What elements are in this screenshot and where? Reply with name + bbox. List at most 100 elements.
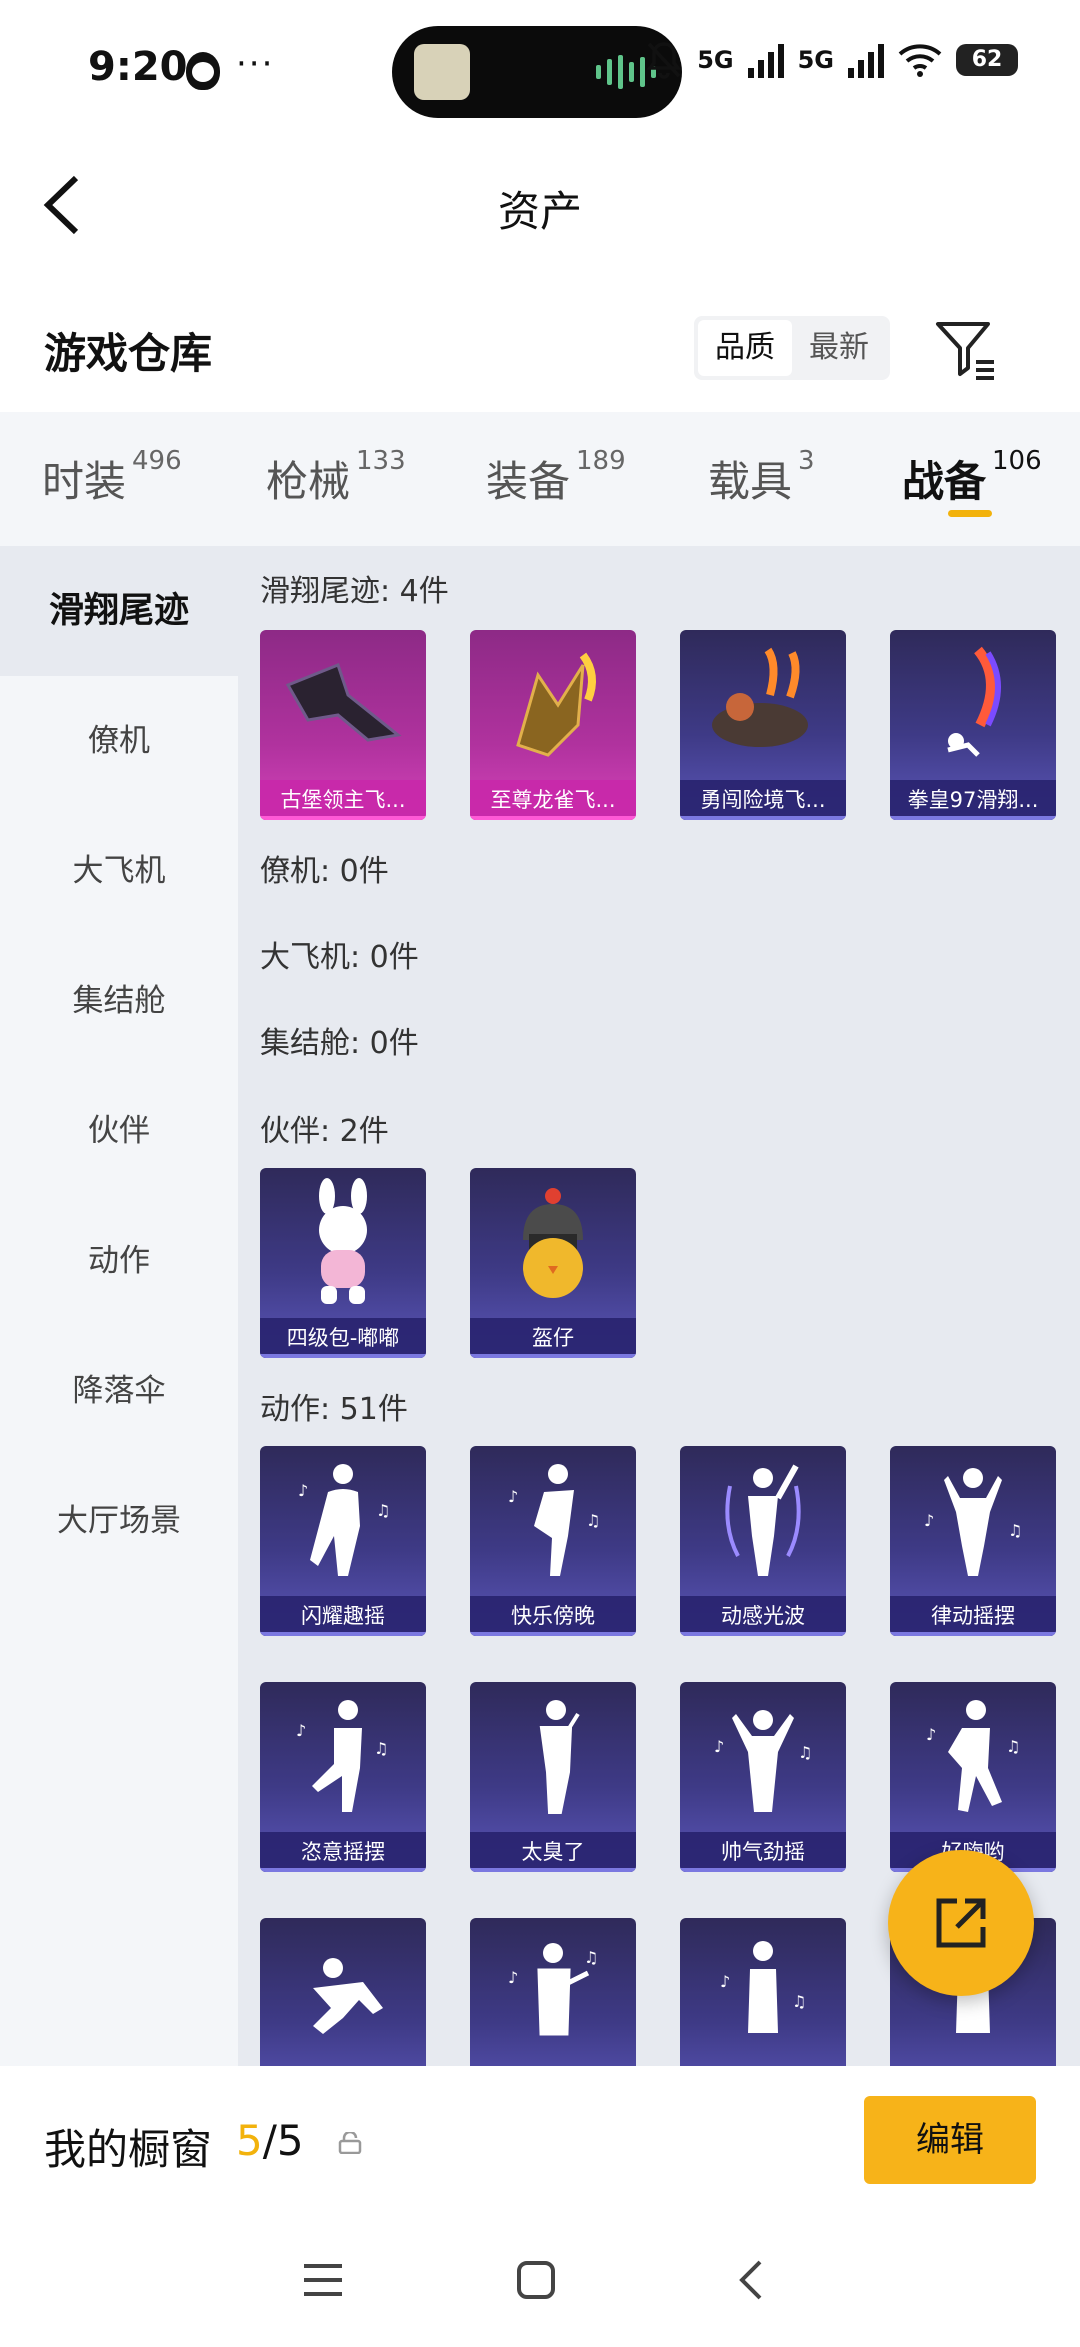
sort-toggle: 品质 最新	[694, 316, 890, 380]
active-tab-indicator	[948, 510, 992, 517]
svg-text:♫: ♫	[584, 1948, 598, 1967]
item-name: 闪耀趣摇	[260, 1596, 426, 1636]
item-card[interactable]: ♪ ♫ 律动摇摆	[890, 1446, 1056, 1636]
tab-label: 时装	[42, 457, 127, 506]
edit-button[interactable]: 编辑	[864, 2096, 1036, 2184]
sidebar-item-partner[interactable]: 伙伴	[0, 1066, 238, 1196]
tab-count: 496	[132, 446, 182, 476]
sidebar-item-action[interactable]: 动作	[0, 1196, 238, 1326]
share-fab-button[interactable]	[888, 1850, 1034, 1996]
signal-bars-icon-2	[848, 42, 884, 78]
item-card[interactable]: ♪ ♫ 帅气劲摇	[680, 1682, 846, 1872]
status-icons: 5G 5G 62	[645, 40, 1018, 80]
svg-text:♫: ♫	[376, 1501, 390, 1520]
item-name: 古堡领主飞...	[260, 780, 426, 820]
section-title-pod: 集结舱: 0件	[260, 1026, 419, 1061]
showcase-count-total: /5	[262, 2116, 304, 2165]
svg-text:♫: ♫	[1008, 1521, 1022, 1540]
tab-label: 装备	[486, 457, 571, 506]
svg-text:♫: ♫	[798, 1743, 812, 1762]
item-name: 动感光波	[680, 1596, 846, 1636]
home-icon[interactable]	[516, 2260, 556, 2304]
tab-equipment[interactable]: 装备 189	[486, 446, 626, 509]
dance-pose-icon: ♪ ♫	[260, 1446, 426, 1596]
section-title-action: 动作: 51件	[260, 1392, 408, 1427]
dance-pose-icon: ♪ ♫	[890, 1446, 1056, 1596]
back-icon[interactable]	[736, 2258, 766, 2306]
item-card[interactable]: 古堡领主飞...	[260, 630, 426, 820]
sort-latest-button[interactable]: 最新	[792, 320, 886, 376]
svg-text:♪: ♪	[508, 1968, 518, 1987]
item-name: 盔仔	[470, 1318, 636, 1358]
sidebar-item-plane[interactable]: 大飞机	[0, 806, 238, 936]
tab-weapons[interactable]: 枪械 133	[266, 446, 406, 509]
warehouse-title: 游戏仓库	[44, 329, 213, 378]
tab-label: 载具	[708, 457, 793, 506]
system-nav-bar	[0, 2248, 1080, 2328]
showcase-count-current: 5	[236, 2116, 263, 2165]
item-name: 拳皇97滑翔...	[890, 780, 1056, 820]
item-card[interactable]: 勇闯险境飞...	[680, 630, 846, 820]
dynamic-island	[392, 26, 682, 118]
sidebar-item-wingman[interactable]: 僚机	[0, 676, 238, 806]
qq-icon	[186, 52, 220, 90]
app-header: 资产	[0, 140, 1080, 270]
more-notifications-icon: ···	[236, 44, 275, 84]
tab-battle-prep[interactable]: 战备 106	[902, 446, 1042, 509]
tab-count: 189	[576, 446, 626, 476]
category-tabs: 时装 496 枪械 133 装备 189 载具 3 战备 106	[0, 412, 1080, 546]
sidebar-item-lobby-scene[interactable]: 大厅场景	[0, 1456, 238, 1586]
section-title-partner: 伙伴: 2件	[260, 1114, 389, 1149]
item-card[interactable]	[260, 1918, 426, 2066]
dance-pose-icon: ♪ ♫	[680, 1682, 846, 1832]
sort-quality-button[interactable]: 品质	[698, 320, 792, 376]
tab-vehicles[interactable]: 载具 3	[708, 446, 815, 509]
sidebar-item-glide-trail[interactable]: 滑翔尾迹	[0, 546, 238, 676]
share-out-icon	[936, 1898, 986, 1948]
helmet-chick-icon	[470, 1168, 636, 1318]
filter-icon[interactable]	[932, 316, 998, 382]
item-card[interactable]: ♪♫ 好嗨哟	[890, 1682, 1056, 1872]
item-card[interactable]: 四级包-嘟嘟	[260, 1168, 426, 1358]
svg-text:♪: ♪	[298, 1481, 308, 1500]
item-list: 滑翔尾迹: 4件 古堡领主飞... 至尊龙雀飞... 勇闯险境飞... 拳皇97…	[238, 546, 1080, 2066]
sidebar-item-parachute[interactable]: 降落伞	[0, 1326, 238, 1456]
item-card[interactable]: 至尊龙雀飞...	[470, 630, 636, 820]
dance-pose-icon: ♪ ♫	[260, 1682, 426, 1832]
dance-pose-icon: ♪ ♫	[680, 1918, 846, 2066]
svg-text:♪: ♪	[926, 1725, 936, 1744]
svg-text:♫: ♫	[1006, 1737, 1020, 1756]
svg-text:♫: ♫	[792, 1992, 806, 2011]
tab-count: 3	[798, 446, 815, 476]
section-title-glide: 滑翔尾迹: 4件	[260, 574, 449, 609]
svg-text:♪: ♪	[714, 1737, 724, 1756]
status-time: 9:20	[88, 44, 188, 90]
mute-bell-icon	[646, 42, 682, 79]
item-card[interactable]: 太臭了	[470, 1682, 636, 1872]
dragon-glider-icon	[470, 630, 636, 780]
sidebar-item-pod[interactable]: 集结舱	[0, 936, 238, 1066]
battery-indicator: 62	[956, 44, 1018, 76]
item-card[interactable]: 动感光波	[680, 1446, 846, 1636]
item-card[interactable]: 拳皇97滑翔...	[890, 630, 1056, 820]
item-card[interactable]: ♪ ♫	[680, 1918, 846, 2066]
menu-icon[interactable]	[302, 2260, 344, 2304]
signal-5g-label-2: 5G	[797, 46, 834, 74]
svg-text:♪: ♪	[720, 1972, 730, 1991]
status-bar: 9:20 ··· 5G 5G 62	[0, 0, 1080, 140]
item-card[interactable]: ♪ ♫ 恣意摇摆	[260, 1682, 426, 1872]
signal-5g-label-1: 5G	[697, 46, 734, 74]
item-card[interactable]: 盔仔	[470, 1168, 636, 1358]
item-card[interactable]: ♪ ♫ 闪耀趣摇	[260, 1446, 426, 1636]
showcase-bar: 我的橱窗 5/5 编辑	[0, 2066, 1080, 2347]
item-card[interactable]: ♪ ♫	[470, 1918, 636, 2066]
dance-pose-icon: ♪ ♫	[470, 1918, 636, 2066]
section-title-plane: 大飞机: 0件	[260, 940, 419, 975]
dance-pose-icon: ♪ ♫	[890, 1682, 1056, 1832]
kof-glider-icon	[890, 630, 1056, 780]
tab-fashion[interactable]: 时装 496	[42, 446, 182, 509]
item-name: 太臭了	[470, 1832, 636, 1872]
item-card[interactable]: ♪ ♫ 快乐傍晚	[470, 1446, 636, 1636]
showcase-label: 我的橱窗	[44, 2125, 213, 2174]
assets-screen: 9:20 ··· 5G 5G 62 资产 游戏仓库 品质 最新 时装 496 枪…	[0, 0, 1080, 2347]
